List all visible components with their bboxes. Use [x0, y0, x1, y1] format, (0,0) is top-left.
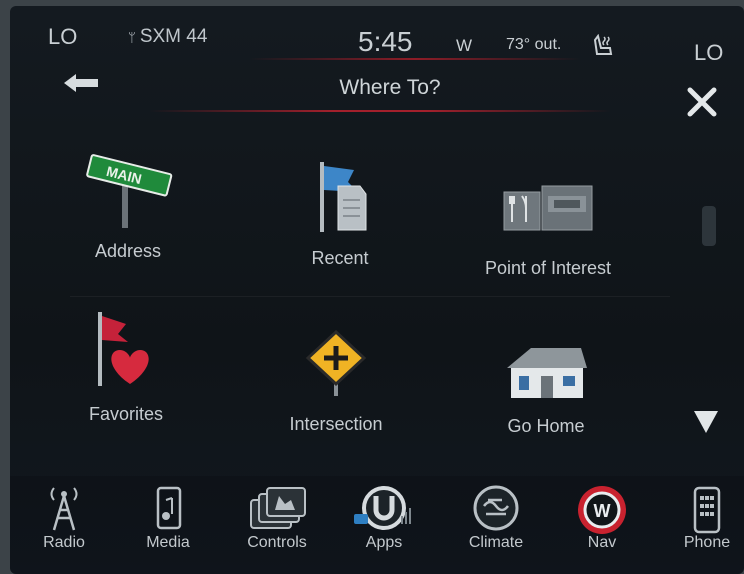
nav-compass-icon: W	[578, 486, 626, 534]
destination-label: Favorites	[88, 404, 164, 424]
nav-controls[interactable]: Controls	[234, 476, 320, 574]
status-divider	[250, 58, 580, 60]
favorites-heart-icon	[98, 312, 149, 386]
nav-phone[interactable]: Phone	[670, 476, 744, 574]
heated-seat-icon[interactable]	[592, 34, 614, 58]
svg-text:W: W	[594, 501, 611, 521]
destination-label: Address	[94, 241, 162, 261]
nav-apps[interactable]: Apps	[344, 476, 424, 574]
clock: 5:45	[358, 26, 413, 57]
climate-icon	[473, 485, 519, 531]
signal-icon: ᛘ	[128, 30, 136, 45]
compass-heading: W	[456, 36, 473, 55]
close-icon[interactable]	[682, 82, 722, 122]
media-icon	[156, 486, 182, 530]
house-icon	[507, 348, 587, 398]
audio-source-label: SXM 44	[139, 26, 208, 47]
destination-point-of-interest[interactable]: Point of Interest	[458, 172, 638, 302]
outside-temperature: 73° out.	[506, 36, 562, 53]
phone-icon	[693, 486, 721, 534]
destination-label: Go Home	[507, 416, 585, 436]
nav-label: Climate	[468, 534, 524, 551]
scroll-down-icon[interactable]	[686, 401, 726, 443]
scrollbar-track[interactable]	[702, 156, 716, 406]
poi-icon	[503, 185, 593, 231]
nav-nav[interactable]: W Nav	[562, 476, 642, 574]
nav-label: Apps	[365, 534, 403, 551]
scrollbar-thumb[interactable]	[702, 206, 716, 246]
nav-label: Phone	[683, 534, 731, 551]
destination-favorites[interactable]: Favorites	[36, 310, 216, 440]
destination-label: Point of Interest	[484, 258, 612, 278]
nav-radio[interactable]: Radio	[24, 476, 104, 574]
intersection-sign-icon	[305, 329, 367, 396]
apps-icon	[354, 486, 411, 530]
destination-label: Recent	[311, 248, 369, 268]
street-sign-icon: MAIN	[86, 154, 173, 228]
destination-intersection[interactable]: Intersection	[246, 328, 426, 458]
destination-go-home[interactable]: Go Home	[456, 336, 636, 466]
back-arrow-icon[interactable]	[60, 66, 102, 100]
right-temp-level[interactable]: LO	[694, 40, 723, 66]
nav-climate[interactable]: Climate	[456, 476, 536, 574]
radio-tower-icon	[50, 487, 78, 531]
nav-screen: LO ᛘ SXM 44 5:45 W 73° out. LO Where To? …	[10, 6, 744, 574]
recent-flag-icon	[320, 162, 367, 232]
nav-label: Controls	[247, 534, 307, 551]
page-title: Where To?	[339, 76, 441, 99]
title-underline	[150, 110, 610, 112]
left-temp-level[interactable]: LO	[48, 24, 77, 50]
destination-address[interactable]: MAIN Address	[38, 146, 218, 276]
audio-source[interactable]: ᛘ SXM 44	[128, 26, 207, 48]
grid-divider	[70, 296, 670, 297]
nav-label: Nav	[587, 534, 617, 551]
nav-label: Media	[146, 534, 190, 551]
destination-label: Intersection	[289, 414, 383, 434]
controls-icon	[250, 487, 306, 529]
destination-recent[interactable]: Recent	[250, 156, 430, 286]
nav-label: Radio	[43, 534, 85, 551]
nav-media[interactable]: Media	[128, 476, 208, 574]
